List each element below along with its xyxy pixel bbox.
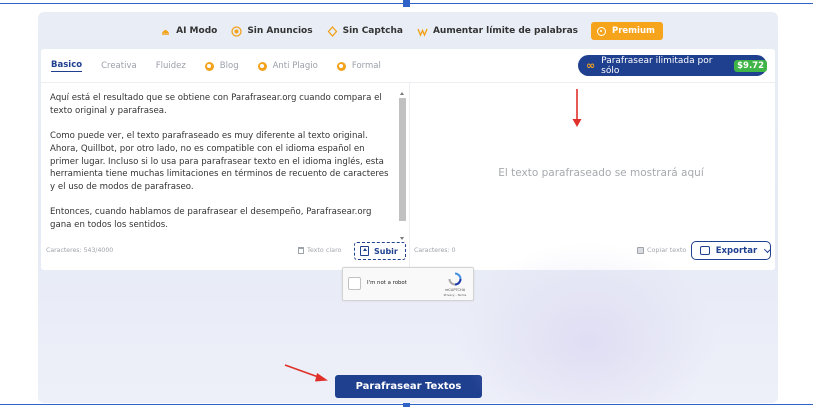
- clear-text-button[interactable]: Texto claro: [298, 246, 341, 254]
- feature-label: AI Modo: [176, 26, 218, 36]
- input-scrollbar[interactable]: [398, 92, 407, 240]
- unlimited-plan-button[interactable]: ∞ Parafrasear ilimitada por sólo $9.72: [578, 55, 767, 76]
- feature-label: Sin Anuncios: [247, 26, 313, 36]
- export-button[interactable]: Exportar: [691, 241, 772, 260]
- price-badge: $9.72: [734, 59, 767, 72]
- tab-basico[interactable]: Basico: [51, 60, 83, 72]
- red-arrow-down-icon: [572, 89, 582, 127]
- pane-divider: [409, 82, 410, 270]
- input-textarea[interactable]: Aquí está el resultado que se obtiene co…: [50, 92, 395, 239]
- feature-no-ads: Sin Anuncios: [231, 25, 313, 37]
- scroll-up-arrow[interactable]: [400, 92, 404, 95]
- tab-formal[interactable]: Formal: [336, 61, 381, 71]
- premium-mode-icon: [204, 61, 214, 71]
- clear-text-label: Texto claro: [307, 246, 342, 254]
- recaptcha-widget: I'm not a robot reCAPTCHA Privacy - Term…: [342, 267, 474, 301]
- tab-label: Blog: [219, 61, 239, 71]
- upload-label: Subir: [374, 246, 398, 256]
- feature-no-captcha: Sin Captcha: [327, 25, 403, 37]
- unlimited-label: Parafrasear ilimitada por sólo: [601, 55, 713, 76]
- feature-label: Sin Captcha: [342, 26, 403, 36]
- input-paragraph: Entonces, cuando hablamos de parafrasear…: [50, 207, 372, 230]
- premium-mode-icon: [257, 61, 267, 71]
- premium-mode-icon: [336, 61, 346, 71]
- scroll-thumb[interactable]: [399, 98, 406, 221]
- sparkle-icon: [160, 26, 171, 37]
- paraphrase-button[interactable]: Parafrasear Textos: [335, 375, 482, 398]
- mode-tabs: Basico Creativa Fluidez Blog Anti Plagio…: [51, 59, 400, 73]
- copy-text-button[interactable]: Copiar texto: [637, 246, 686, 254]
- tab-anti-plagio[interactable]: Anti Plagio: [257, 61, 318, 71]
- output-char-count: Caracteres: 0: [414, 247, 456, 254]
- chevron-down-icon: [764, 245, 772, 253]
- export-icon: [700, 246, 710, 255]
- copy-text-label: Copiar texto: [647, 246, 687, 254]
- premium-label: Premium: [612, 26, 655, 36]
- copy-icon: [637, 246, 644, 254]
- recaptcha-logo-icon: [448, 272, 462, 286]
- feature-bar: AI Modo Sin Anuncios Sin Captcha Aumenta…: [38, 18, 778, 44]
- tab-label: Anti Plagio: [272, 61, 318, 71]
- output-placeholder: El texto parafraseado se mostrará aquí: [498, 167, 704, 179]
- recaptcha-label: I'm not a robot: [367, 280, 407, 286]
- input-char-count: Caracteres: 543/4000: [46, 247, 114, 254]
- recaptcha-terms-link[interactable]: Privacy - Terms: [439, 293, 471, 297]
- no-ads-icon: [231, 25, 242, 37]
- input-paragraph: Como puede ver, el texto parafraseado es…: [50, 131, 389, 192]
- bolt-icon: [417, 26, 428, 37]
- tab-label: Formal: [351, 61, 381, 71]
- upload-button[interactable]: Subir: [354, 242, 406, 260]
- red-arrow-right-icon: [284, 364, 328, 382]
- editor-card: Basico Creativa Fluidez Blog Anti Plagio…: [41, 49, 775, 270]
- selection-handle-top[interactable]: [403, 0, 410, 7]
- tab-blog[interactable]: Blog: [204, 61, 239, 71]
- feature-label: Aumentar límite de palabras: [432, 26, 578, 36]
- input-paragraph: Aquí está el resultado que se obtiene co…: [50, 93, 382, 116]
- upload-icon: [360, 246, 369, 256]
- tab-fluidez[interactable]: Fluidez: [156, 61, 186, 71]
- feature-ai-mode: AI Modo: [160, 26, 217, 37]
- recaptcha-checkbox[interactable]: [348, 277, 361, 290]
- crown-icon: [597, 26, 606, 36]
- shield-icon: [327, 25, 338, 37]
- toolbar-divider: [41, 82, 775, 83]
- export-label: Exportar: [715, 245, 758, 256]
- trash-icon: [298, 246, 304, 254]
- scroll-down-arrow[interactable]: [400, 237, 404, 240]
- feature-word-limit: Aumentar límite de palabras: [417, 26, 578, 37]
- premium-button[interactable]: Premium: [591, 22, 663, 40]
- paraphrase-page: AI Modo Sin Anuncios Sin Captcha Aumenta…: [38, 12, 778, 403]
- tab-creativa[interactable]: Creativa: [101, 61, 137, 71]
- recaptcha-brand: reCAPTCHA: [444, 288, 466, 292]
- infinity-icon: ∞: [586, 59, 596, 72]
